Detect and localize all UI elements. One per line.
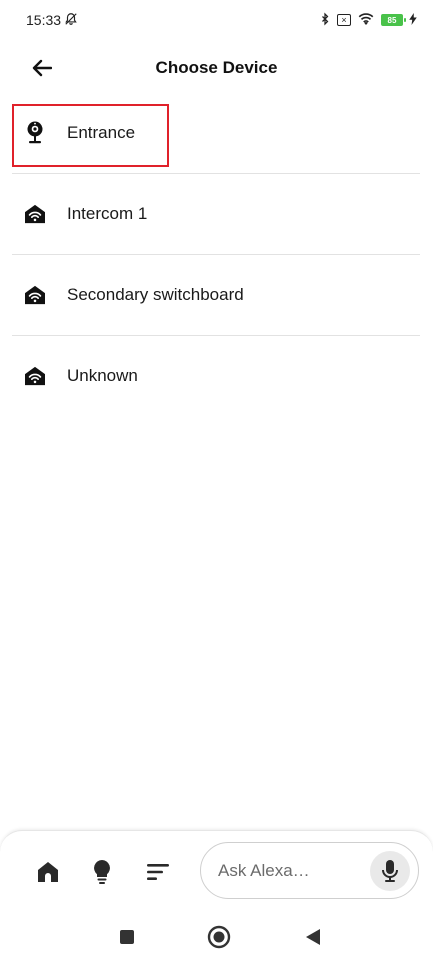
list-item-entrance[interactable]: Entrance: [0, 93, 433, 173]
status-time: 15:33: [26, 12, 62, 28]
mic-icon[interactable]: [370, 851, 410, 891]
back-arrow-icon[interactable]: [30, 56, 54, 80]
device-label: Intercom 1: [67, 204, 148, 223]
device-label: Secondary switchboard: [67, 285, 244, 304]
sim-x-icon: ×: [337, 14, 351, 26]
device-label: Unknown: [67, 366, 138, 385]
wifi-icon: [357, 12, 375, 29]
header: Choose Device: [0, 48, 433, 88]
status-icons: × 85: [319, 11, 417, 29]
ask-alexa-field[interactable]: [200, 842, 419, 899]
device-list: Entrance Intercom 1 Secondary switchboar…: [0, 93, 433, 416]
muted-bell-icon: [64, 12, 78, 29]
menu-icon[interactable]: [145, 859, 171, 885]
home-icon[interactable]: [35, 859, 61, 885]
home-wifi-icon: [24, 284, 46, 306]
bottom-app-bar: [0, 830, 433, 912]
home-wifi-icon: [24, 365, 46, 387]
screen: 15:33 × 85 Choose Device Entrance Interc…: [0, 0, 433, 962]
battery-icon: 85: [381, 14, 406, 26]
back-button[interactable]: [300, 924, 326, 950]
alexa-input[interactable]: [218, 860, 368, 881]
camera-icon: [24, 121, 46, 144]
recents-button[interactable]: [114, 924, 140, 950]
device-label: Entrance: [67, 123, 136, 142]
system-nav-bar: [0, 912, 433, 962]
home-wifi-icon: [24, 203, 46, 225]
page-title: Choose Device: [155, 58, 278, 77]
list-item-secondary-switchboard[interactable]: Secondary switchboard: [0, 255, 433, 335]
status-time-group: 15:33: [26, 12, 78, 29]
status-bar: 15:33 × 85: [0, 0, 433, 40]
charging-icon: [409, 12, 417, 28]
home-button[interactable]: [206, 924, 232, 950]
bluetooth-icon: [319, 11, 331, 29]
bulb-icon[interactable]: [89, 859, 115, 885]
list-item-unknown[interactable]: Unknown: [0, 336, 433, 416]
list-item-intercom-1[interactable]: Intercom 1: [0, 174, 433, 254]
